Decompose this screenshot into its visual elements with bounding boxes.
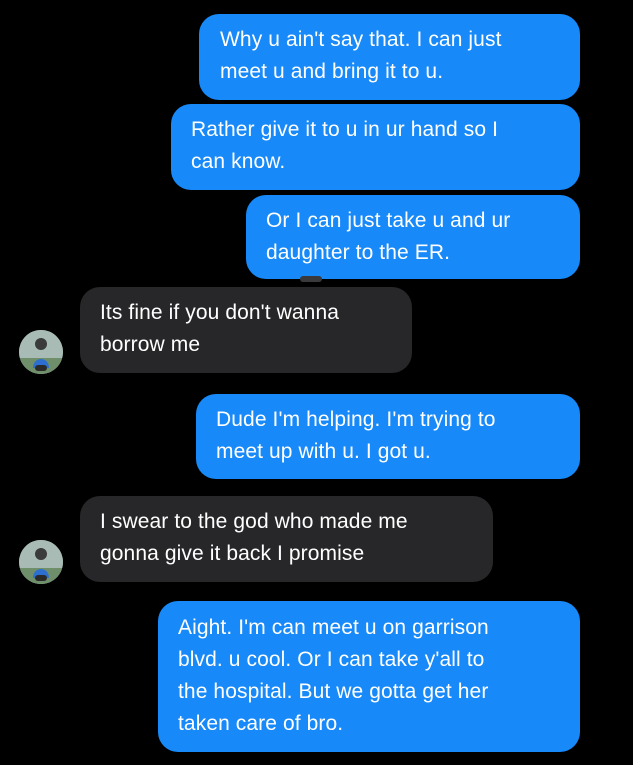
sent-message-bubble[interactable]: Why u ain't say that. I can just meet u … [199, 14, 580, 100]
message-thread: Why u ain't say that. I can just meet u … [0, 0, 633, 765]
sent-message-bubble[interactable]: Or I can just take u and ur daughter to … [246, 195, 580, 279]
person-icon [19, 330, 63, 374]
person-icon [19, 540, 63, 584]
received-message-bubble[interactable]: Its fine if you don't wanna borrow me [80, 287, 412, 373]
contact-avatar-icon[interactable] [19, 540, 63, 584]
sent-message-bubble[interactable]: Aight. I'm can meet u on garrison blvd. … [158, 601, 580, 752]
contact-avatar-icon[interactable] [19, 330, 63, 374]
received-message-bubble[interactable]: I swear to the god who made me gonna giv… [80, 496, 493, 582]
sent-message-bubble[interactable]: Dude I'm helping. I'm trying to meet up … [196, 394, 580, 479]
sent-message-bubble[interactable]: Rather give it to u in ur hand so I can … [171, 104, 580, 190]
bubble-tail-mark [300, 276, 322, 282]
